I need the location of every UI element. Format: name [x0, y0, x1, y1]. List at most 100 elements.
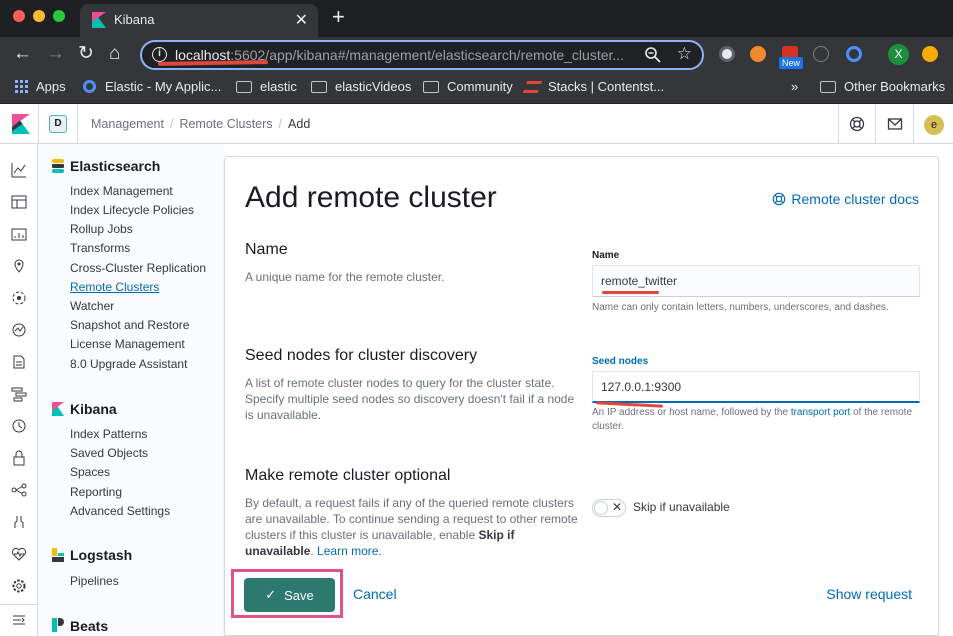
bookmark-apps[interactable]: Apps	[15, 79, 66, 94]
show-request-button[interactable]: Show request	[826, 586, 912, 602]
sidebar-item-advanced-settings[interactable]: Advanced Settings	[70, 504, 170, 518]
sidebar-item-transforms[interactable]: Transforms	[70, 241, 130, 255]
discover-icon[interactable]	[11, 162, 27, 178]
sidebar-item-cross-cluster-replication[interactable]: Cross-Cluster Replication	[70, 261, 206, 275]
seed-nodes-field[interactable]	[592, 371, 920, 403]
management-gear-icon[interactable]	[11, 578, 27, 594]
siem-icon[interactable]	[11, 450, 27, 466]
annotation-underline	[602, 291, 659, 294]
bookmark-elastic[interactable]: elastic	[236, 79, 297, 94]
sidebar-item-index-management[interactable]: Index Management	[70, 184, 173, 198]
logstash-logo-icon	[52, 548, 64, 562]
toggle-off-icon: ✕	[612, 500, 623, 514]
kibana-logo-icon[interactable]	[12, 114, 30, 134]
reload-icon[interactable]: ↻	[78, 43, 94, 65]
dashboard-icon[interactable]	[11, 226, 27, 242]
profile-avatar[interactable]: X	[888, 44, 909, 65]
tab-title: Kibana	[114, 12, 155, 27]
extension-icon[interactable]	[750, 46, 766, 62]
breadcrumb-remote-clusters[interactable]: Remote Clusters	[179, 117, 272, 131]
sidebar-item-saved-objects[interactable]: Saved Objects	[70, 446, 148, 460]
extension-icon[interactable]	[922, 46, 938, 62]
learn-more-link[interactable]: Learn more.	[317, 544, 382, 558]
kibana-header: D Management / Remote Clusters / Add e	[0, 104, 953, 144]
extension-icon[interactable]	[813, 46, 829, 62]
sidebar-item-index-lifecycle-policies[interactable]: Index Lifecycle Policies	[70, 203, 194, 217]
visualize-icon[interactable]	[11, 194, 27, 210]
extension-icon[interactable]	[719, 46, 735, 62]
bookmark-star-icon[interactable]: ☆	[677, 44, 692, 64]
sidebar-item-remote-clusters[interactable]: Remote Clusters	[70, 280, 159, 294]
bookmark-elastic-app[interactable]: Elastic - My Applic...	[83, 79, 221, 94]
save-button[interactable]: ✓ Save	[244, 578, 335, 612]
bookmark-other[interactable]: Other Bookmarks	[820, 79, 945, 94]
help-icon	[773, 192, 786, 206]
page-title: Add remote cluster	[245, 181, 497, 214]
bookmarks-overflow[interactable]: »	[791, 79, 798, 94]
sidebar-item-license-management[interactable]: License Management	[70, 337, 185, 351]
ml-icon[interactable]	[11, 290, 27, 306]
sidebar-item-rollup-jobs[interactable]: Rollup Jobs	[70, 222, 133, 236]
apps-grid-icon	[15, 80, 28, 93]
sidebar-item-reporting[interactable]: Reporting	[70, 485, 122, 499]
beats-logo-icon	[52, 618, 64, 632]
site-info-icon[interactable]: i	[152, 47, 167, 62]
space-selector[interactable]: D	[49, 115, 67, 133]
seed-nodes-help-text: An IP address or host name, followed by …	[592, 407, 913, 432]
mail-icon[interactable]	[887, 116, 903, 132]
elasticsearch-logo-icon	[52, 159, 64, 173]
skip-if-unavailable-toggle[interactable]: ✕	[592, 499, 626, 517]
transport-port-link[interactable]: transport port	[791, 407, 850, 418]
folder-icon	[423, 80, 439, 93]
optional-description: By default, a request fails if any of th…	[245, 496, 578, 558]
home-icon[interactable]: ⌂	[109, 43, 120, 65]
header-divider	[77, 104, 78, 144]
user-avatar[interactable]: e	[924, 115, 944, 135]
apm-icon[interactable]	[11, 386, 27, 402]
logs-icon[interactable]	[11, 354, 27, 370]
stacks-icon	[522, 80, 543, 93]
tab-close-icon[interactable]: ✕	[295, 10, 308, 30]
sidebar-item-upgrade-assistant[interactable]: 8.0 Upgrade Assistant	[70, 357, 187, 371]
uptime-icon[interactable]	[11, 418, 27, 434]
sidebar-item-spaces[interactable]: Spaces	[70, 465, 110, 479]
bookmark-community[interactable]: Community	[423, 79, 513, 94]
sidebar-item-pipelines[interactable]: Pipelines	[70, 574, 119, 588]
extension-icon[interactable]	[846, 46, 862, 62]
name-heading: Name	[245, 241, 288, 258]
check-icon: ✓	[265, 587, 277, 602]
bookmark-elasticvideos[interactable]: elasticVideos	[311, 79, 411, 94]
maps-icon[interactable]	[11, 258, 27, 274]
breadcrumb-management[interactable]: Management	[91, 117, 164, 131]
window-maximize-dot[interactable]	[53, 10, 65, 22]
remote-cluster-docs-link[interactable]: Remote cluster docs	[772, 191, 919, 207]
bookmark-stacks[interactable]: Stacks | Contentst...	[522, 79, 664, 94]
breadcrumb-add: Add	[288, 117, 311, 131]
collapse-nav-icon[interactable]	[11, 612, 27, 628]
zoom-icon[interactable]	[644, 46, 662, 64]
skip-if-unavailable-label[interactable]: Skip if unavailable	[633, 500, 730, 514]
section-title-logstash: Logstash	[70, 547, 133, 563]
dev-tools-icon[interactable]	[11, 514, 27, 530]
cancel-button[interactable]: Cancel	[353, 586, 397, 602]
address-bar[interactable]: i localhost:5602/app/kibana#/management/…	[140, 40, 704, 70]
help-icon[interactable]	[849, 116, 865, 132]
browser-tab[interactable]: Kibana ✕	[80, 4, 318, 37]
section-title-elasticsearch: Elasticsearch	[70, 158, 161, 174]
new-tab-icon[interactable]: +	[332, 6, 345, 28]
sidebar-item-index-patterns[interactable]: Index Patterns	[70, 427, 147, 441]
metrics-icon[interactable]	[11, 322, 27, 338]
graph-icon[interactable]	[11, 482, 27, 498]
header-divider	[38, 104, 39, 144]
folder-icon	[311, 80, 327, 93]
sidebar-item-watcher[interactable]: Watcher	[70, 299, 114, 313]
header-divider	[913, 104, 914, 144]
header-divider	[875, 104, 876, 144]
section-title-beats: Beats	[70, 618, 109, 634]
window-minimize-dot[interactable]	[33, 10, 45, 22]
window-close-dot[interactable]	[13, 10, 25, 22]
forward-icon[interactable]: →	[46, 43, 65, 65]
stack-monitoring-icon[interactable]	[11, 546, 27, 562]
back-icon[interactable]: ←	[13, 43, 32, 65]
sidebar-item-snapshot-and-restore[interactable]: Snapshot and Restore	[70, 318, 189, 332]
